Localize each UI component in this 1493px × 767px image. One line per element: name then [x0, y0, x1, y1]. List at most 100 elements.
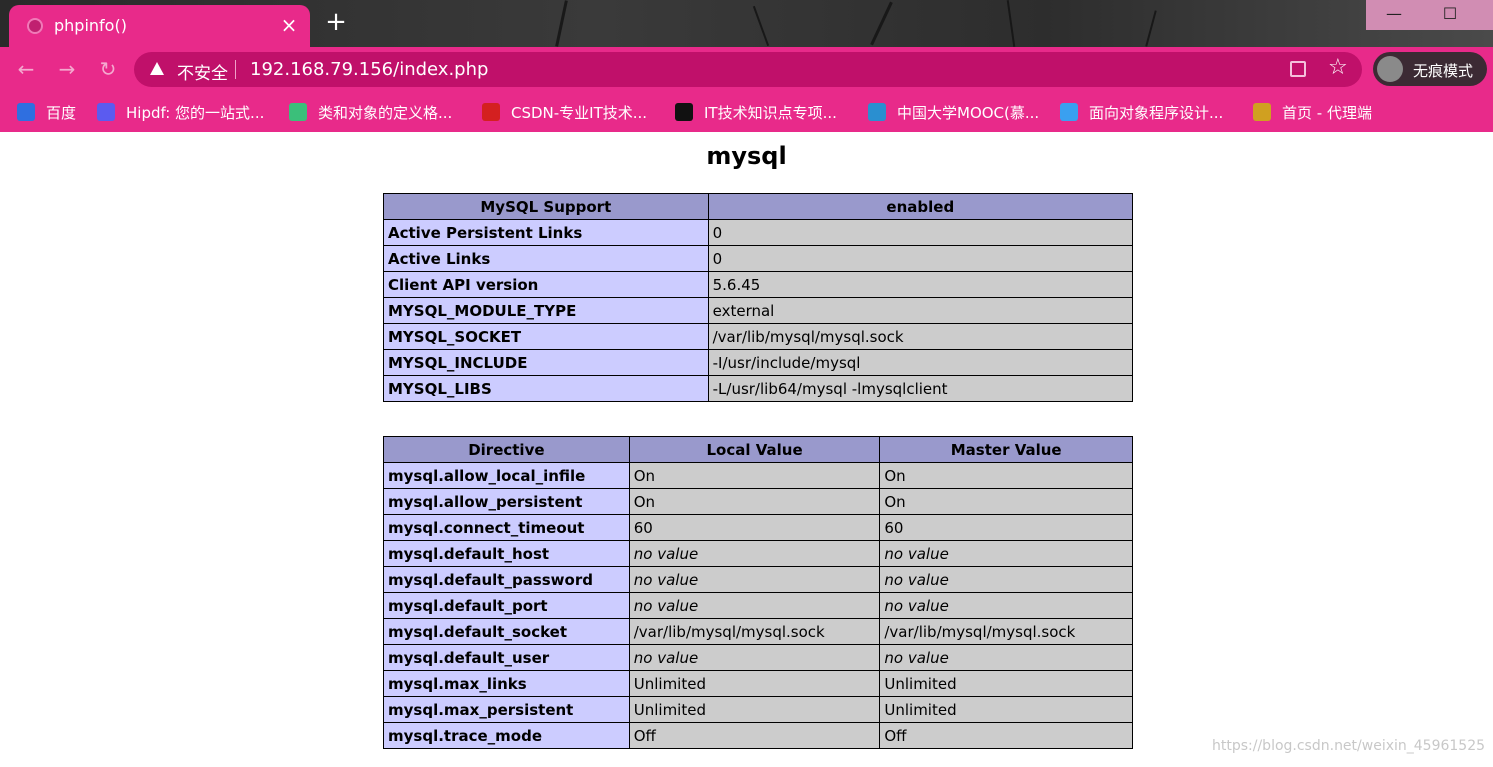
no-value-text: no value [633, 570, 699, 589]
no-value-text: no value [884, 570, 949, 589]
background-branch [555, 0, 568, 47]
local-value: /var/lib/mysql/mysql.sock [628, 618, 881, 645]
row-value: 0 [707, 219, 1134, 246]
table-row: mysql.default_user no value no value [383, 644, 1133, 671]
row-key: Active Persistent Links [383, 219, 709, 246]
directive-name: mysql.allow_local_infile [383, 462, 630, 489]
row-value: -L/usr/lib64/mysql -lmysqlclient [707, 375, 1134, 402]
bookmark-label: 百度 [46, 104, 77, 122]
csdn-icon [482, 103, 500, 121]
background-branch [1145, 10, 1157, 47]
directive-name: mysql.trace_mode [383, 722, 630, 749]
browser-toolbar: ← → ↻ 不安全 192.168.79.156/index.php ☆ 无痕模… [0, 47, 1493, 92]
table-row: mysql.default_password no value no value [383, 566, 1133, 593]
no-value-text: no value [884, 544, 949, 563]
directive-name: mysql.default_password [383, 566, 630, 593]
table-row: MYSQL_SOCKET /var/lib/mysql/mysql.sock [383, 323, 1134, 350]
local-value: On [628, 462, 881, 489]
row-value: -I/usr/include/mysql [707, 349, 1134, 376]
tab-phpinfo[interactable]: phpinfo() × [9, 5, 310, 47]
mysql-support-table: MySQL Support enabled Active Persistent … [383, 193, 1134, 402]
reload-button[interactable]: ↻ [96, 57, 120, 81]
table-row: mysql.max_persistent Unlimited Unlimited [383, 696, 1133, 723]
new-tab-button[interactable]: + [324, 9, 348, 35]
close-tab-icon[interactable]: × [279, 13, 299, 37]
local-value: no value [628, 592, 881, 619]
directive-name: mysql.default_user [383, 644, 630, 671]
hipdf-icon [97, 103, 115, 121]
oop-course-icon [1060, 103, 1078, 121]
table-row: MYSQL_INCLUDE -I/usr/include/mysql [383, 349, 1134, 376]
table-row: MYSQL_LIBS -L/usr/lib64/mysql -lmysqlcli… [383, 375, 1134, 402]
master-value: On [879, 488, 1133, 515]
row-value: 5.6.45 [707, 271, 1134, 298]
bookmark-label: 面向对象程序设计... [1089, 104, 1224, 122]
row-key: Active Links [383, 245, 709, 272]
no-value-text: no value [633, 648, 699, 667]
master-value: 60 [879, 514, 1133, 541]
header-cell: Directive [383, 436, 630, 463]
header-cell: Master Value [879, 436, 1133, 463]
table-header-row: MySQL Support enabled [383, 193, 1134, 220]
row-key: MYSQL_INCLUDE [383, 349, 709, 376]
header-cell: MySQL Support [383, 193, 709, 220]
background-branch [1006, 0, 1016, 47]
maximize-icon: ☐ [1442, 4, 1458, 23]
row-key: MYSQL_LIBS [383, 375, 709, 402]
row-value: external [707, 297, 1134, 324]
baidu-icon [17, 103, 35, 121]
row-value: 0 [707, 245, 1134, 272]
background-branch [752, 5, 770, 47]
header-cell: enabled [707, 193, 1134, 220]
table-row: Client API version 5.6.45 [383, 271, 1134, 298]
forward-button[interactable]: → [55, 57, 79, 81]
no-value-text: no value [633, 544, 699, 563]
local-value: On [628, 488, 881, 515]
url-text[interactable]: 192.168.79.156/index.php [250, 59, 488, 80]
watermark: https://blog.csdn.net/weixin_45961525 [1212, 738, 1486, 754]
bookmark-label: CSDN-专业IT技术... [511, 104, 648, 122]
master-value: Unlimited [879, 696, 1133, 723]
directive-name: mysql.connect_timeout [383, 514, 630, 541]
mooc-icon [868, 103, 886, 121]
master-value: On [879, 462, 1133, 489]
warning-icon[interactable] [150, 62, 164, 75]
table-row: Active Links 0 [383, 245, 1134, 272]
page-heading: mysql [706, 142, 787, 170]
close-window-button[interactable] [1478, 0, 1493, 30]
back-button[interactable]: ← [14, 57, 38, 81]
table-row: mysql.allow_local_infile On On [383, 462, 1133, 489]
master-value: no value [879, 644, 1133, 671]
table-row: mysql.allow_persistent On On [383, 488, 1133, 515]
incognito-button[interactable]: 无痕模式 [1373, 52, 1487, 86]
master-value: Off [879, 722, 1133, 749]
divider [235, 60, 236, 79]
directive-name: mysql.allow_persistent [383, 488, 630, 515]
local-value: no value [628, 566, 881, 593]
translate-icon[interactable] [1290, 61, 1306, 77]
local-value: Off [628, 722, 881, 749]
tab-title: phpinfo() [54, 16, 127, 35]
bookmark-label: Hipdf: 您的一站式... [126, 104, 265, 122]
table-row: mysql.connect_timeout 60 60 [383, 514, 1133, 541]
swirl-icon [289, 103, 307, 121]
master-value: no value [879, 540, 1133, 567]
globe-icon [27, 18, 43, 34]
directive-name: mysql.max_persistent [383, 696, 630, 723]
bookmark-star-icon[interactable]: ☆ [1328, 55, 1348, 80]
directive-name: mysql.default_port [383, 592, 630, 619]
row-key: MYSQL_SOCKET [383, 323, 709, 350]
title-bar: phpinfo() × + — ☐ [0, 0, 1493, 47]
directive-name: mysql.default_host [383, 540, 630, 567]
it-knowledge-icon [675, 103, 693, 121]
address-bar[interactable]: 不安全 192.168.79.156/index.php ☆ [134, 52, 1362, 87]
security-label[interactable]: 不安全 [177, 59, 228, 84]
table-row: mysql.trace_mode Off Off [383, 722, 1133, 749]
no-value-text: no value [633, 596, 699, 615]
maximize-button[interactable]: ☐ [1422, 0, 1478, 30]
proxy-icon [1253, 103, 1271, 121]
bookmark-label: 类和对象的定义格... [318, 104, 453, 122]
minimize-button[interactable]: — [1366, 0, 1422, 30]
no-value-text: no value [884, 596, 949, 615]
table-row: mysql.max_links Unlimited Unlimited [383, 670, 1133, 697]
